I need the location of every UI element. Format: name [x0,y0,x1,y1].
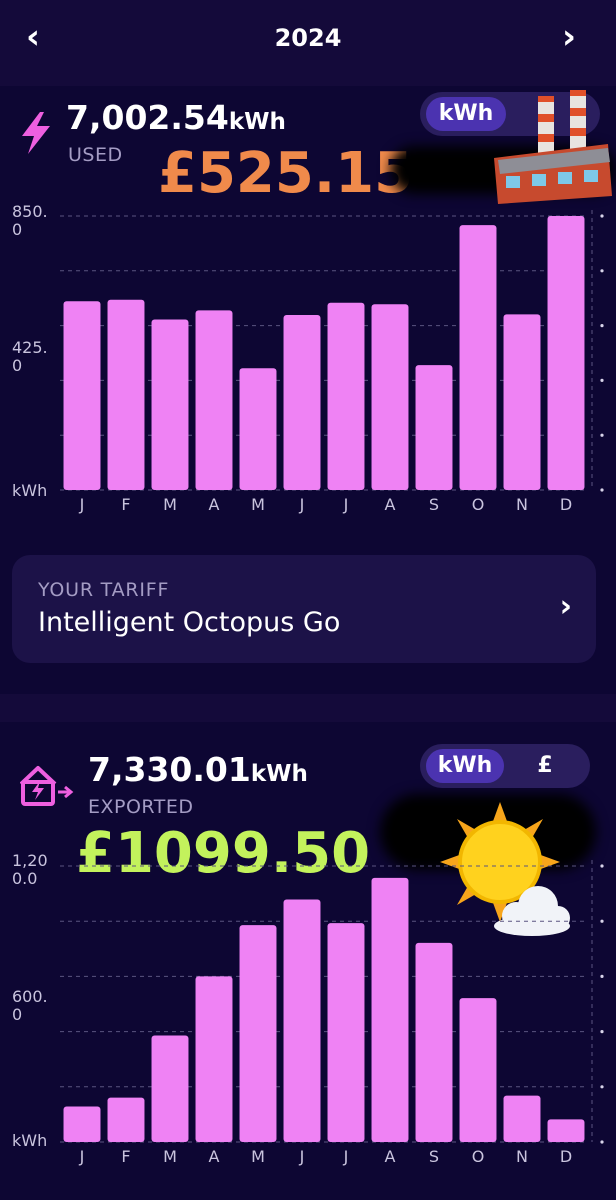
axis-dot [600,214,604,218]
year-label: 2024 [274,24,342,52]
x-tick-label: S [429,1147,439,1166]
bar[interactable] [327,923,365,1142]
used-cost: £525.15 [158,141,414,206]
used-unit: kWh [228,109,286,135]
bar[interactable] [371,304,409,490]
axis-dot [600,974,604,978]
bar[interactable] [547,1119,585,1142]
x-tick-label: F [121,495,130,514]
exported-panel: 7,330.01kWh EXPORTED £1099.50 kWh £ 1,20… [0,722,616,1200]
axis-dot [600,1140,604,1144]
section-gap [0,694,616,722]
bar[interactable] [283,899,321,1142]
exported-unit: kWh [250,761,308,787]
toggle-pounds[interactable]: £ [514,749,576,783]
house-export-icon [20,766,74,806]
bar[interactable] [195,976,233,1142]
used-label: USED [68,144,123,166]
used-value: 7,002.54 [66,98,229,137]
x-tick-label: J [299,1147,305,1166]
used-bar-chart: JFMAMJJASOND [60,210,604,514]
chevron-right-icon: › [559,589,572,624]
x-tick-label: S [429,495,439,514]
bar[interactable] [107,1097,145,1142]
exported-total: 7,330.01kWh [88,750,308,789]
bar[interactable] [239,925,277,1142]
factory-emoji [494,90,612,204]
unit-toggle[interactable]: kWh £ [420,744,590,788]
bar[interactable] [239,368,277,490]
tariff-name: Intelligent Octopus Go [38,607,341,638]
axis-dot [600,269,604,273]
bar[interactable] [283,314,321,490]
bar[interactable] [547,216,585,490]
bar[interactable] [459,225,497,490]
axis-dot [600,433,604,437]
axis-dot [600,378,604,382]
x-tick-label: D [560,495,572,514]
chevron-right-icon[interactable]: › [562,18,576,56]
bar[interactable] [459,998,497,1142]
top-bar: ‹ 2024 › [0,0,616,84]
x-tick-label: N [516,1147,528,1166]
bar[interactable] [63,301,101,490]
x-tick-label: N [516,495,528,514]
axis-dot [600,1085,604,1089]
axis-dot [600,324,604,328]
x-tick-label: J [343,1147,349,1166]
exported-bar-chart: JFMAMJJASOND [60,860,604,1166]
x-tick-label: F [121,1147,130,1166]
toggle-kwh[interactable]: kWh [426,749,504,783]
x-tick-label: J [343,495,349,514]
bar[interactable] [415,365,453,490]
tariff-card[interactable]: YOUR TARIFF Intelligent Octopus Go › [12,555,596,663]
x-tick-label: A [209,1147,220,1166]
bar[interactable] [415,942,453,1142]
x-tick-label: M [163,1147,177,1166]
x-tick-label: D [560,1147,572,1166]
x-tick-label: O [472,495,485,514]
exported-value: 7,330.01 [88,750,251,789]
x-tick-label: A [385,495,396,514]
x-tick-label: A [209,495,220,514]
x-tick-label: J [299,495,305,514]
axis-dot [600,919,604,923]
bar[interactable] [371,877,409,1142]
exported-label: EXPORTED [88,796,194,818]
axis-dot [600,864,604,868]
x-tick-label: J [79,1147,85,1166]
bar[interactable] [503,314,541,490]
bar[interactable] [327,302,365,490]
bar[interactable] [503,1095,541,1142]
bar[interactable] [151,319,189,490]
x-tick-label: M [251,1147,265,1166]
bar[interactable] [151,1035,189,1142]
axis-dot [600,1030,604,1034]
tariff-label: YOUR TARIFF [38,579,170,601]
axis-dot [600,488,604,492]
bar[interactable] [107,299,145,490]
bar[interactable] [195,310,233,490]
bar[interactable] [63,1106,101,1142]
x-tick-label: A [385,1147,396,1166]
x-tick-label: O [472,1147,485,1166]
x-tick-label: M [251,495,265,514]
x-tick-label: J [79,495,85,514]
lightning-icon [22,112,50,154]
x-tick-label: M [163,495,177,514]
used-total: 7,002.54kWh [66,98,286,137]
